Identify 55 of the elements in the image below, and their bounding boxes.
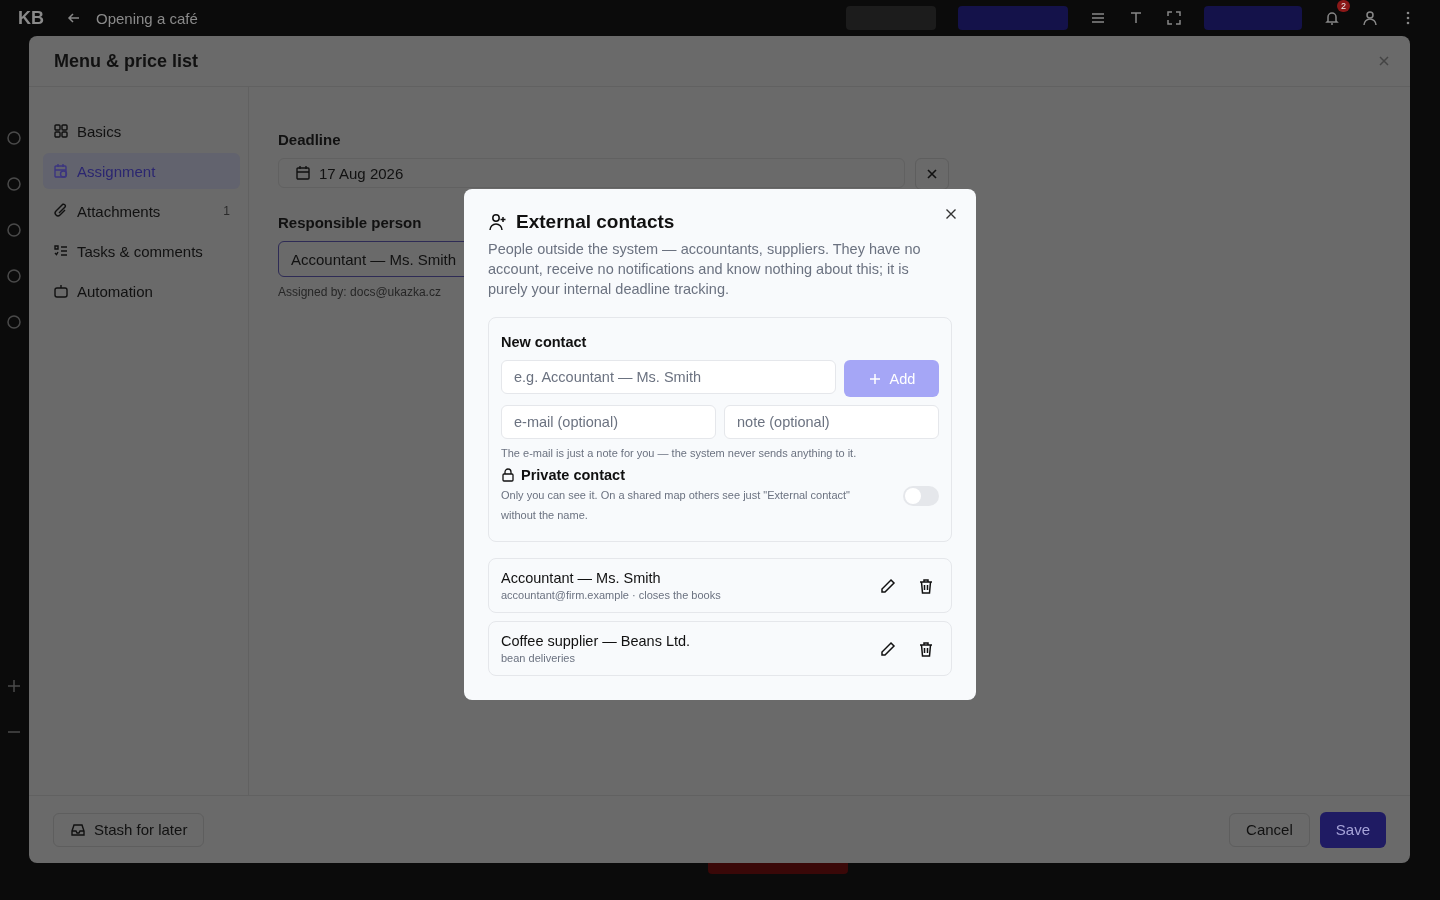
modal-title: External contacts [516, 211, 675, 233]
edit-icon[interactable] [879, 576, 897, 595]
calendar-icon [53, 163, 69, 179]
sidebar-item[interactable]: Basics [43, 113, 240, 149]
delete-icon[interactable] [917, 639, 935, 658]
sidebar-item[interactable]: Tasks & comments [43, 233, 240, 269]
add-user-icon [488, 212, 508, 232]
contact-name: Accountant — Ms. Smith [501, 570, 661, 586]
stash-button[interactable]: Stash for later [53, 812, 205, 847]
cancel-button[interactable]: Cancel [1229, 812, 1310, 847]
date-field[interactable]: 17 Aug 2026 [278, 158, 905, 188]
hint-text: The e-mail is just a note for you — the system never sends anything to it. [501, 447, 858, 459]
grid-icon [53, 123, 69, 139]
calendar-icon [295, 165, 311, 181]
private-toggle[interactable] [903, 486, 939, 506]
menu-icon[interactable] [1090, 10, 1106, 26]
delete-icon[interactable] [917, 576, 935, 595]
project-title: Opening a café [96, 9, 198, 27]
robot-icon [53, 283, 69, 299]
checklist-icon [53, 243, 69, 259]
tool-icon[interactable] [6, 314, 22, 330]
tool-icon[interactable] [6, 268, 22, 284]
name-field[interactable]: e.g. Accountant — Ms. Smith [501, 360, 836, 394]
private-label: Private contact [521, 467, 625, 483]
paperclip-icon [53, 203, 69, 219]
tool-icon[interactable] [6, 130, 22, 146]
fullscreen-icon[interactable] [1166, 10, 1182, 26]
field-label: Deadline [278, 131, 341, 148]
sidebar-item[interactable]: Assignment [43, 153, 240, 189]
logo: KB [18, 7, 44, 29]
inbox-icon [70, 821, 86, 838]
text-icon[interactable] [1128, 10, 1144, 26]
section-heading: New contact [501, 334, 588, 350]
dialog-title: Menu & price list [54, 50, 199, 72]
sidebar-item[interactable]: Attachments 1 [43, 193, 240, 229]
note-field[interactable]: note (optional) [724, 405, 939, 439]
lock-icon [501, 468, 515, 482]
user-icon[interactable] [1362, 10, 1378, 26]
private-description: Only you can see it. On a shared map others see just "External contact" without the name. [501, 488, 851, 523]
clear-button[interactable] [915, 158, 949, 190]
plus-icon [867, 371, 882, 386]
email-field[interactable]: e-mail (optional) [501, 405, 716, 439]
contact-details: bean deliveries [501, 652, 575, 664]
save-button[interactable]: Save [1319, 811, 1386, 848]
contact-details: accountant@firm.example · closes the books [501, 589, 721, 601]
sidebar-item[interactable]: Automation [43, 273, 240, 309]
field-label: Responsible person [278, 214, 422, 231]
edit-icon[interactable] [879, 639, 897, 658]
tool-icon[interactable] [6, 222, 22, 238]
assigned-note: Assigned by: docs@ukazka.cz [278, 285, 441, 299]
bell-icon[interactable] [1324, 10, 1340, 26]
modal-description: People outside the system — accountants, suppliers. They have no account, receive no notifications and know nothing about this; it is purely your internal deadline tracking. [488, 240, 922, 299]
notification-badge: 2 [1337, 0, 1350, 12]
tool-icon[interactable] [6, 176, 22, 192]
contact-name: Coffee supplier — Beans Ltd. [501, 633, 691, 649]
